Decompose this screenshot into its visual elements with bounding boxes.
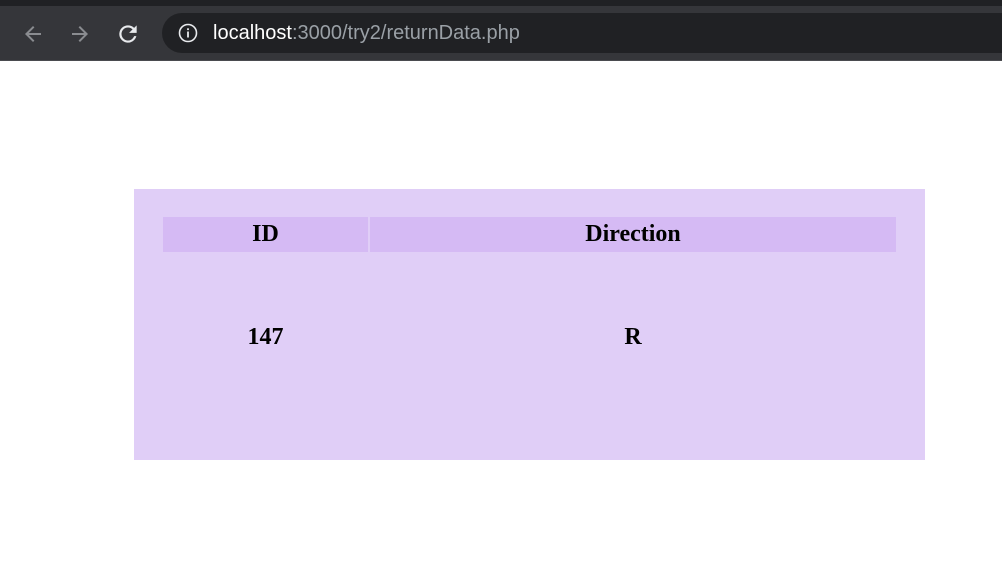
reload-button[interactable] <box>112 18 144 50</box>
address-bar[interactable]: localhost:3000/try2/returnData.php <box>162 13 1002 53</box>
forward-button[interactable] <box>64 18 96 50</box>
browser-toolbar: localhost:3000/try2/returnData.php <box>0 0 1002 61</box>
reload-icon <box>119 25 137 43</box>
arrow-right-icon <box>72 26 88 42</box>
cell-id: 147 <box>247 323 284 350</box>
data-table: ID Direction 147 R <box>161 215 898 428</box>
table-row: 147 R <box>163 254 896 426</box>
data-panel: ID Direction 147 R <box>134 189 925 460</box>
url-path: :3000/try2/returnData.php <box>291 22 520 44</box>
url-text[interactable]: localhost:3000/try2/returnData.php <box>213 22 520 44</box>
arrow-left-icon <box>25 26 41 42</box>
url-host: localhost <box>213 22 292 44</box>
info-icon[interactable] <box>178 23 198 43</box>
cell-direction: R <box>624 323 642 350</box>
column-header-id: ID <box>163 217 368 252</box>
back-button[interactable] <box>17 18 49 50</box>
column-header-direction: Direction <box>370 217 896 252</box>
table-header-row: ID Direction <box>163 217 896 252</box>
